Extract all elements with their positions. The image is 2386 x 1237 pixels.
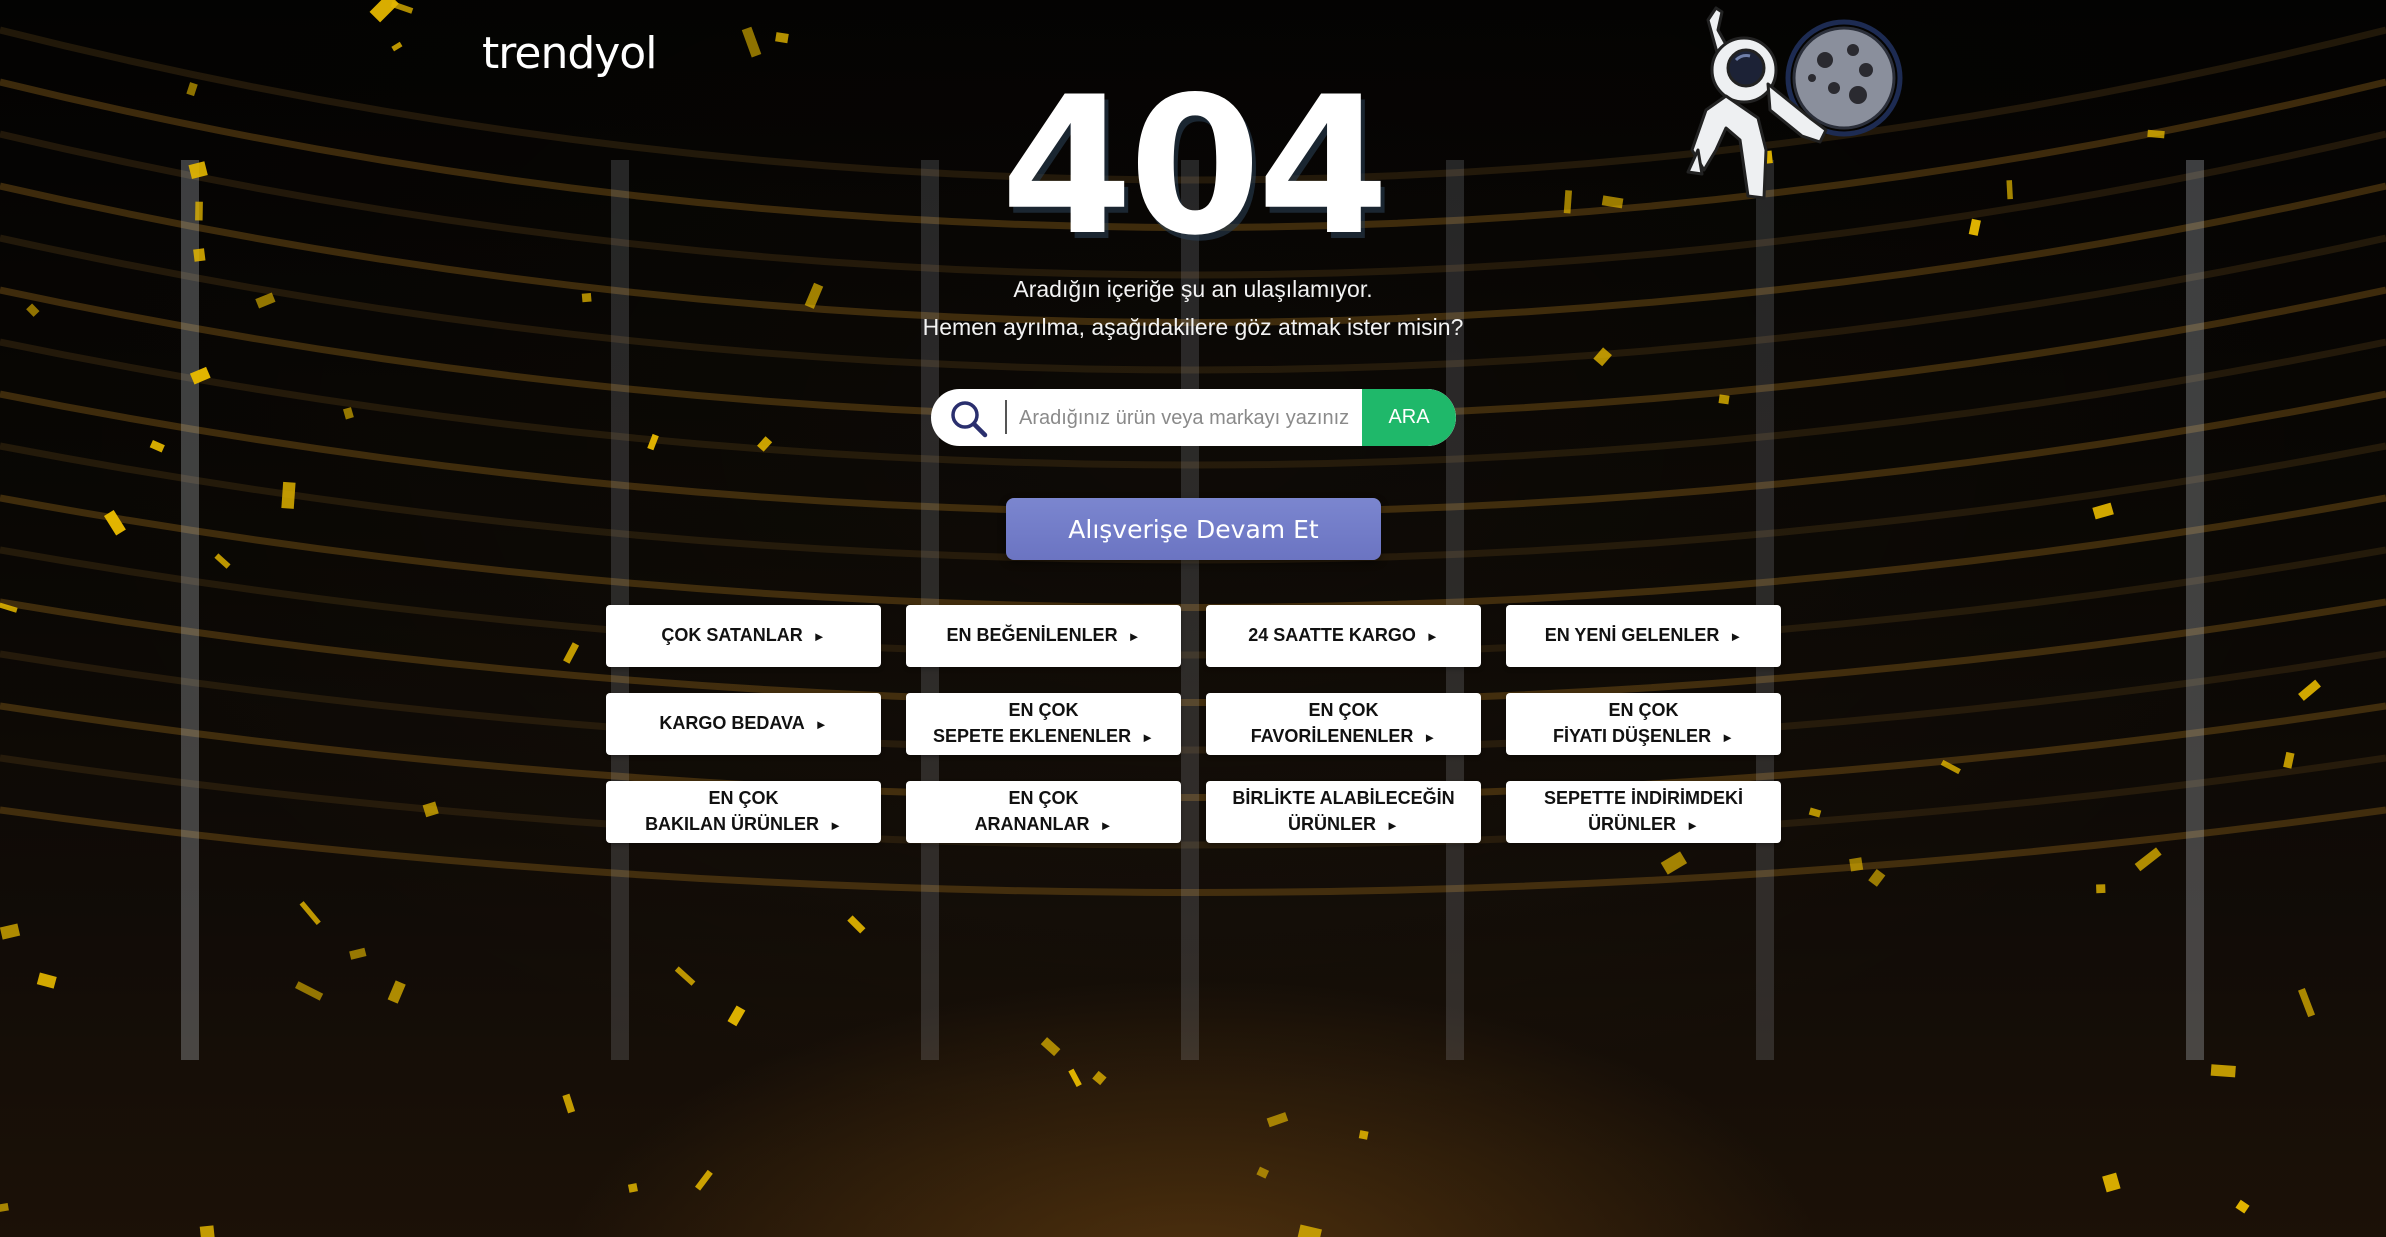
arrow-right-icon: ►: [1386, 818, 1399, 833]
shortcut-card[interactable]: EN ÇOK SEPETE EKLENENLER ►: [906, 693, 1181, 755]
shortcut-label-line1: KARGO BEDAVA: [659, 713, 805, 733]
shortcut-card[interactable]: BİRLİKTE ALABİLECEĞİN ÜRÜNLER ►: [1206, 781, 1481, 843]
shortcut-card[interactable]: 24 SAATTE KARGO ►: [1206, 605, 1481, 667]
arrow-right-icon: ►: [812, 629, 826, 644]
search-input[interactable]: [1017, 397, 1361, 439]
shortcut-label-line2: FAVORİLENENLER: [1250, 726, 1414, 746]
shortcut-label: EN ÇOK BAKILAN ÜRÜNLER ►: [645, 785, 842, 839]
shortcut-label: KARGO BEDAVA ►: [659, 710, 827, 738]
continue-shopping-button[interactable]: Alışverişe Devam Et: [1006, 498, 1381, 560]
arrow-right-icon: ►: [1099, 818, 1113, 833]
arrow-right-icon: ►: [1721, 730, 1734, 745]
shortcut-label: 24 SAATTE KARGO ►: [1248, 622, 1439, 650]
arrow-right-icon: ►: [1729, 629, 1743, 644]
arrow-right-icon: ►: [1423, 730, 1437, 745]
search-button[interactable]: ARA: [1362, 389, 1456, 446]
error-message-line2: Hemen ayrılma, aşağıdakilere göz atmak i…: [922, 314, 1464, 340]
search-divider: [1005, 400, 1007, 434]
shortcut-card[interactable]: EN ÇOK ARANANLAR ►: [906, 781, 1181, 843]
shortcut-label-line1: EN ÇOK: [708, 788, 779, 808]
error-message-line1: Aradığın içeriğe şu an ulaşılamıyor.: [1013, 276, 1373, 302]
shortcut-label-line1: EN ÇOK: [1608, 700, 1679, 720]
shortcut-card[interactable]: EN ÇOK FAVORİLENENLER ►: [1206, 693, 1481, 755]
shortcut-card[interactable]: KARGO BEDAVA ►: [606, 693, 881, 755]
shortcut-label-line1: SEPETTE İNDİRİMDEKİ: [1543, 788, 1744, 808]
shortcut-card[interactable]: ÇOK SATANLAR ►: [606, 605, 881, 667]
error-code: 404: [1000, 56, 1390, 277]
shortcut-label: EN ÇOK ARANANLAR ►: [975, 785, 1113, 839]
search-icon[interactable]: [949, 399, 989, 439]
shortcut-label-line2: SEPETE EKLENENLER: [933, 726, 1132, 746]
shortcut-label: EN ÇOK FAVORİLENENLER ►: [1251, 697, 1437, 751]
shortcut-label-line1: ÇOK SATANLAR: [661, 625, 803, 645]
shortcut-label: ÇOK SATANLAR ►: [661, 622, 825, 650]
shortcut-card[interactable]: EN BEĞENİLENLER ►: [906, 605, 1181, 667]
shortcut-label: EN YENİ GELENLER ►: [1545, 622, 1743, 650]
shortcut-card[interactable]: EN YENİ GELENLER ►: [1506, 605, 1781, 667]
shortcut-label-line1: EN ÇOK: [1008, 788, 1079, 808]
astronaut-illustration: [1686, 6, 1903, 200]
shortcut-label: EN ÇOK SEPETE EKLENENLER ►: [933, 697, 1154, 751]
shortcut-label-line1: EN ÇOK: [1008, 700, 1079, 720]
shortcut-label-line1: EN ÇOK: [1308, 700, 1379, 720]
shortcut-label-line1: BİRLİKTE ALABİLECEĞİN: [1232, 788, 1455, 808]
shortcut-label-line2: ARANANLAR: [974, 814, 1090, 834]
arrow-right-icon: ►: [1425, 629, 1439, 644]
shortcut-label-line1: EN BEĞENİLENLER: [946, 625, 1118, 645]
arrow-right-icon: ►: [1141, 730, 1154, 745]
shortcut-label: EN BEĞENİLENLER ►: [947, 622, 1141, 650]
shortcut-label: SEPETTE İNDİRİMDEKİ ÜRÜNLER ►: [1544, 785, 1743, 839]
shortcut-card[interactable]: SEPETTE İNDİRİMDEKİ ÜRÜNLER ►: [1506, 781, 1781, 843]
shortcut-label-line2: ÜRÜNLER: [1588, 814, 1677, 834]
shortcut-card[interactable]: EN ÇOK BAKILAN ÜRÜNLER ►: [606, 781, 881, 843]
shortcut-label-line2: FİYATI DÜŞENLER: [1553, 726, 1712, 746]
arrow-right-icon: ►: [829, 818, 842, 833]
shortcut-label-line2: BAKILAN ÜRÜNLER: [645, 814, 820, 834]
shortcut-label: EN ÇOK FİYATI DÜŞENLER ►: [1553, 697, 1734, 751]
shortcut-label-line1: EN YENİ GELENLER: [1544, 625, 1720, 645]
search-bar: ARA: [931, 389, 1456, 446]
arrow-right-icon: ►: [1127, 629, 1141, 644]
shortcut-label-line2: ÜRÜNLER: [1288, 814, 1377, 834]
arrow-right-icon: ►: [1686, 818, 1699, 833]
shortcut-label-line1: 24 SAATTE KARGO: [1248, 625, 1416, 645]
shortcut-card[interactable]: EN ÇOK FİYATI DÜŞENLER ►: [1506, 693, 1781, 755]
shortcut-grid: ÇOK SATANLAR ► EN BEĞENİLENLER ► 24 SAATTE K…: [606, 605, 1781, 843]
shortcut-label: BİRLİKTE ALABİLECEĞİN ÜRÜNLER ►: [1232, 785, 1454, 839]
arrow-right-icon: ►: [814, 717, 828, 732]
